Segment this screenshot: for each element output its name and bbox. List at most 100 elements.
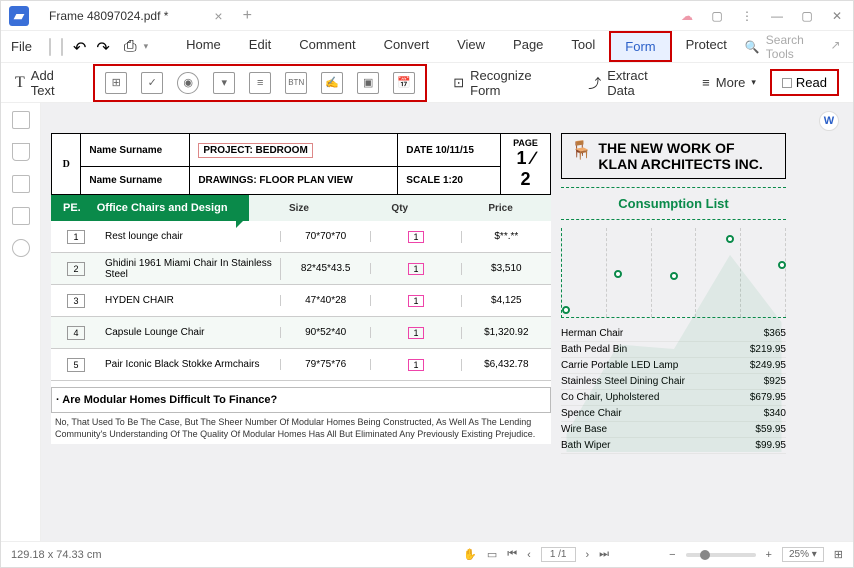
item-size: 70*70*70 [281, 231, 371, 242]
first-page-icon[interactable]: ⏮ [507, 548, 517, 561]
qty-field[interactable]: 1 [408, 295, 424, 307]
new-tab-button[interactable]: + [243, 7, 252, 25]
item-size: 90*52*40 [281, 327, 371, 338]
square-icon[interactable]: ▢ [709, 8, 725, 24]
tab-protect[interactable]: Protect [672, 31, 741, 62]
textfield-tool-icon[interactable]: ⊞ [105, 72, 127, 94]
header-project: PROJECT: BEDROOM [198, 143, 312, 158]
recognize-form-button[interactable]: ⊡ Recognize Form [453, 68, 562, 98]
comment-panel-icon[interactable] [12, 175, 30, 193]
header-name1: Name Surname [81, 134, 190, 167]
close-tab-icon[interactable]: × [214, 8, 222, 24]
document-tab[interactable]: Frame 48097024.pdf * × [39, 3, 233, 29]
kebab-icon[interactable]: ⋮ [739, 8, 755, 24]
date-tool-icon[interactable]: 📅 [393, 72, 415, 94]
tab-view[interactable]: View [443, 31, 499, 62]
zoom-slider[interactable] [686, 553, 756, 557]
qty-field[interactable]: 1 [408, 263, 424, 275]
tab-home[interactable]: Home [172, 31, 235, 62]
zoom-in-icon[interactable]: + [766, 549, 772, 561]
tab-tool[interactable]: Tool [557, 31, 609, 62]
next-page-icon[interactable]: › [586, 549, 590, 561]
document-viewport[interactable]: W D Name Surname PROJECT: BEDROOM DATE 1… [41, 103, 853, 541]
tab-edit[interactable]: Edit [235, 31, 285, 62]
dropdown-tool-icon[interactable]: ▾ [213, 72, 235, 94]
word-badge-icon[interactable]: W [819, 111, 839, 131]
table-header-bar: PE. Office Chairs and Design Size Qty Pr… [51, 195, 551, 221]
pe-field[interactable]: 5 [67, 358, 85, 372]
image-tool-icon[interactable]: ▣ [357, 72, 379, 94]
undo-icon[interactable]: ↶ [73, 38, 86, 56]
company-title-box: 🪑 THE NEW WORK OF KLAN ARCHITECTS INC. [561, 133, 786, 179]
save-icon[interactable] [49, 38, 51, 56]
checkbox-tool-icon[interactable]: ✓ [141, 72, 163, 94]
select-tool-icon[interactable]: ▭ [487, 548, 497, 561]
page-number-input[interactable]: 1 /1 [541, 547, 576, 562]
radio-tool-icon[interactable]: ◉ [177, 72, 199, 94]
pe-field[interactable]: 1 [67, 230, 85, 244]
header-name2: Name Surname [81, 167, 190, 195]
left-sidebar [1, 103, 41, 541]
add-text-button[interactable]: T Add Text [15, 68, 79, 98]
qty-field[interactable]: 1 [408, 359, 424, 371]
tab-page[interactable]: Page [499, 31, 557, 62]
cloud-icon[interactable]: ☁ [679, 8, 695, 24]
more-button[interactable]: ≡ More ▾ [702, 75, 756, 90]
hand-tool-icon[interactable]: ✋ [463, 548, 477, 561]
signature-tool-icon[interactable]: ✍ [321, 72, 343, 94]
thumbnails-icon[interactable] [12, 111, 30, 129]
titlebar: ▰ Frame 48097024.pdf * × + ☁ ▢ ⋮ — ▢ ✕ [1, 1, 853, 31]
share-icon[interactable]: ↗ [830, 38, 843, 56]
attachment-icon[interactable] [12, 207, 30, 225]
item-name: HYDEN CHAIR [101, 295, 281, 306]
item-size: 47*40*28 [281, 295, 371, 306]
fit-page-icon[interactable]: ⊞ [834, 548, 843, 561]
zoom-level[interactable]: 25% ▾ [782, 547, 824, 562]
redo-icon[interactable]: ↷ [96, 38, 109, 56]
listbox-tool-icon[interactable]: ≡ [249, 72, 271, 94]
search-panel-icon[interactable] [12, 239, 30, 257]
item-price: $1,320.92 [462, 327, 551, 338]
faq-heading: · Are Modular Homes Difficult To Finance… [51, 387, 551, 413]
header-date: DATE 10/11/15 [398, 134, 501, 167]
read-button[interactable]: Read [770, 69, 839, 96]
tab-convert[interactable]: Convert [370, 31, 444, 62]
print-dropdown-icon[interactable]: ▾ [144, 41, 149, 52]
extract-data-button[interactable]: ⤴ Extract Data [588, 68, 676, 98]
header-scale: SCALE 1:20 [398, 167, 501, 195]
item-name: Rest lounge chair [101, 231, 281, 242]
page-label: PAGE [509, 138, 542, 148]
qty-field[interactable]: 1 [408, 327, 424, 339]
pe-field[interactable]: 3 [67, 294, 85, 308]
consumption-list-heading: Consumption List [561, 187, 786, 220]
chevron-down-icon: ▾ [751, 77, 756, 88]
read-checkbox-icon [782, 78, 792, 88]
maximize-icon[interactable]: ▢ [799, 8, 815, 24]
form-toolbar: T Add Text ⊞ ✓ ◉ ▾ ≡ BTN ✍ ▣ 📅 ⊡ Recogni… [1, 63, 853, 103]
app-logo-icon: ▰ [9, 6, 29, 26]
page-content: D Name Surname PROJECT: BEDROOM DATE 10/… [51, 133, 551, 444]
prev-page-icon[interactable]: ‹ [527, 549, 531, 561]
table-row: 2 Ghidini 1961 Miami Chair In Stainless … [51, 253, 551, 285]
button-tool-icon[interactable]: BTN [285, 72, 307, 94]
table-row: 1 Rest lounge chair 70*70*70 1 $**.** [51, 221, 551, 253]
print-icon[interactable]: ⎙ [124, 38, 137, 56]
search-icon[interactable]: 🔍 [745, 40, 760, 54]
form-field-tools: ⊞ ✓ ◉ ▾ ≡ BTN ✍ ▣ 📅 [93, 64, 427, 102]
tab-form[interactable]: Form [609, 31, 671, 62]
zoom-out-icon[interactable]: − [669, 549, 675, 561]
pe-field[interactable]: 4 [67, 326, 85, 340]
pe-field[interactable]: 2 [67, 262, 85, 276]
minimize-icon[interactable]: — [769, 8, 785, 24]
bookmark-icon[interactable] [12, 143, 30, 161]
file-menu[interactable]: File [11, 39, 42, 54]
tab-comment[interactable]: Comment [285, 31, 369, 62]
qty-field[interactable]: 1 [408, 231, 424, 243]
mail-icon[interactable] [61, 38, 63, 56]
col-pe: PE. [51, 202, 93, 214]
item-price: $**.** [462, 231, 551, 242]
table-row: 5 Pair Iconic Black Stokke Armchairs 79*… [51, 349, 551, 381]
close-window-icon[interactable]: ✕ [829, 8, 845, 24]
last-page-icon[interactable]: ⏭ [599, 548, 609, 561]
search-placeholder[interactable]: Search Tools [766, 33, 815, 61]
